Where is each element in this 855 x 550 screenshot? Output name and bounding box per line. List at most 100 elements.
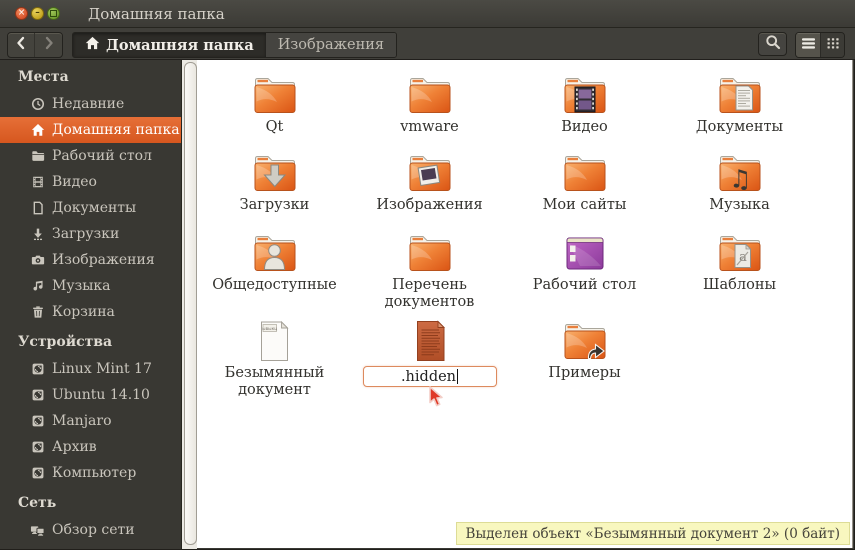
sidebar-section-header: Устройства <box>18 334 113 350</box>
sidebar-item[interactable]: Недавние <box>0 91 181 117</box>
folder-music-icon: ♫ <box>715 151 765 195</box>
file-item-label: Рабочий стол <box>532 277 637 293</box>
folder-link-icon <box>560 319 610 363</box>
sidebar-item-label: Домашняя папка <box>52 122 180 138</box>
svg-text:♫: ♫ <box>729 165 751 194</box>
list-view-button[interactable] <box>796 33 820 57</box>
file-item[interactable]: Загрузки <box>199 151 351 231</box>
sidebar-item-label: Рабочий стол <box>52 148 152 164</box>
file-item[interactable]: ывыкц Безымянный документ <box>199 319 351 400</box>
music-icon <box>30 279 45 294</box>
sidebar-item[interactable]: Загрузки <box>0 221 181 247</box>
sidebar-item-label: Компьютер <box>52 465 137 481</box>
file-item-label: Общедоступные <box>212 277 337 293</box>
drive-icon <box>30 388 45 403</box>
sidebar-section-header: Сеть <box>18 495 57 511</box>
file-item[interactable]: Изображения <box>354 151 506 231</box>
sidebar-scrollbar-thumb[interactable] <box>184 62 197 545</box>
list-view-icon <box>801 37 816 54</box>
sidebar-item-label: Корзина <box>52 304 115 320</box>
file-view: Qt vmware Видео Документы Загрузки Изображени… <box>197 60 853 548</box>
file-item[interactable]: Примеры <box>509 319 661 400</box>
network-icon <box>30 523 45 538</box>
sidebar-scrollbar[interactable] <box>181 60 197 549</box>
sidebar-item-label: Загрузки <box>52 226 120 242</box>
folder-icon <box>250 73 300 117</box>
sidebar-item-label: Видео <box>52 174 97 190</box>
file-item-label: Документы <box>695 119 784 135</box>
sidebar-item[interactable]: Документы <box>0 195 181 221</box>
grid-view-button[interactable] <box>820 33 844 57</box>
folder-templates-icon: a <box>715 231 765 275</box>
file-item-label: Изображения <box>376 197 483 213</box>
forward-button[interactable] <box>35 33 62 57</box>
file-item-label: Шаблоны <box>702 277 777 293</box>
video-icon <box>30 175 45 190</box>
sidebar-sections: Места Недавние Домашняя папка Рабочий стол В… <box>0 60 181 543</box>
search-button[interactable] <box>758 32 787 56</box>
sidebar-item[interactable]: Обзор сети <box>0 517 181 543</box>
sidebar-item[interactable]: Ubuntu 14.10 <box>0 382 181 408</box>
file-item[interactable]: Видео <box>509 73 661 151</box>
camera-icon <box>30 253 45 268</box>
sidebar-item-label: Документы <box>52 200 137 216</box>
file-item[interactable]: Общедоступные <box>199 231 351 319</box>
file-item[interactable]: Мои сайты <box>509 151 661 231</box>
file-item[interactable]: ♫ Музыка <box>664 151 816 231</box>
svg-text:ывыкц: ывыкц <box>262 327 277 332</box>
sidebar-item-label: Музыка <box>52 278 111 294</box>
folder-video-icon <box>560 73 610 117</box>
sidebar-item-label: Недавние <box>52 96 125 112</box>
text-document-icon: ывыкц <box>250 319 300 363</box>
trash-icon <box>30 305 45 320</box>
breadcrumb-home[interactable]: Домашняя папка <box>73 33 266 57</box>
document-icon <box>30 201 45 216</box>
minimize-button[interactable]: – <box>31 7 44 20</box>
chevron-right-icon <box>41 35 57 55</box>
sidebar-section-header: Места <box>18 69 69 85</box>
file-item[interactable]: Перечень документов <box>354 231 506 319</box>
file-item-label: Qt <box>265 119 284 135</box>
breadcrumb-label: Домашняя папка <box>106 36 254 54</box>
mouse-cursor <box>428 386 447 408</box>
drive-icon <box>30 362 45 377</box>
sidebar-item-label: Manjaro <box>52 413 112 429</box>
file-item[interactable]: Рабочий стол <box>509 231 661 319</box>
sidebar-item[interactable]: Видео <box>0 169 181 195</box>
file-item[interactable]: Qt <box>199 73 351 151</box>
text-caret <box>457 369 459 384</box>
sidebar-item[interactable]: Архив <box>0 434 181 460</box>
file-item-label: Примеры <box>548 365 621 381</box>
file-item-label: Мои сайты <box>542 197 627 213</box>
file-item[interactable]: vmware <box>354 73 506 151</box>
breadcrumb: Домашняя папка Изображения <box>72 32 398 58</box>
sidebar-item[interactable]: Домашняя папка <box>0 117 181 143</box>
file-item-label: Перечень документов <box>384 277 475 311</box>
folder-pictures-icon <box>405 151 455 195</box>
file-item[interactable]: a Шаблоны <box>664 231 816 319</box>
toolbar: Домашняя папка Изображения <box>0 28 855 60</box>
sidebar-item[interactable]: Рабочий стол <box>0 143 181 169</box>
rename-input[interactable]: .hidden <box>362 366 497 387</box>
rename-text: .hidden <box>400 368 457 385</box>
sidebar-item-label: Обзор сети <box>52 522 135 538</box>
sidebar-item[interactable]: Корзина <box>0 299 181 325</box>
folder-icon <box>560 151 610 195</box>
back-button[interactable] <box>8 33 35 57</box>
grid-view-icon <box>826 37 840 54</box>
sidebar-item[interactable]: Manjaro <box>0 408 181 434</box>
breadcrumb-pictures[interactable]: Изображения <box>265 33 397 57</box>
breadcrumb-label: Изображения <box>277 37 385 53</box>
sidebar-item[interactable]: Компьютер <box>0 460 181 486</box>
maximize-button[interactable] <box>47 7 60 20</box>
close-button[interactable]: × <box>15 7 28 20</box>
sidebar-item[interactable]: Изображения <box>0 247 181 273</box>
document-orange-icon <box>405 319 455 363</box>
home-icon <box>85 36 100 54</box>
file-item[interactable]: Документы <box>664 73 816 151</box>
search-icon <box>765 34 781 54</box>
sidebar-item[interactable]: Linux Mint 17 <box>0 356 181 382</box>
sidebar-item-label: Изображения <box>52 252 155 268</box>
desktop-icon <box>560 231 610 275</box>
sidebar-item[interactable]: Музыка <box>0 273 181 299</box>
